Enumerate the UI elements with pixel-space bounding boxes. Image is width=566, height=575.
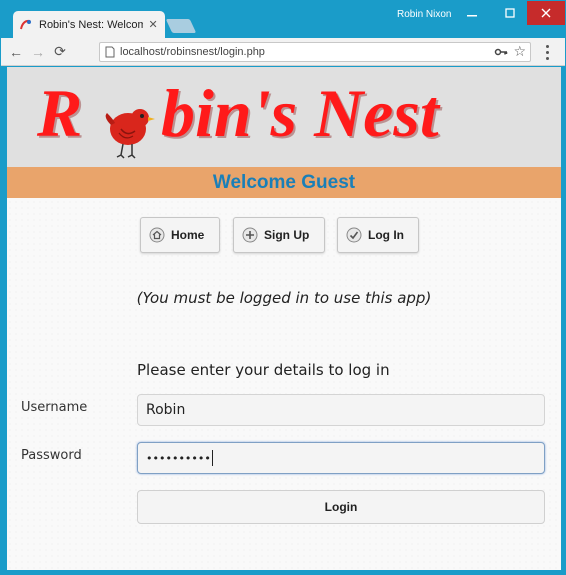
forward-icon[interactable]: → [27, 41, 49, 63]
login-icon [346, 227, 362, 243]
login-nav-label: Log In [368, 228, 404, 242]
maximize-icon[interactable] [491, 1, 529, 25]
username-field[interactable]: Robin [137, 394, 545, 426]
signup-label: Sign Up [264, 228, 310, 242]
welcome-bar: Welcome Guest [7, 167, 561, 198]
site-nav: Home Sign Up Log In [7, 217, 561, 255]
back-icon[interactable]: ← [5, 41, 27, 63]
username-value: Robin [146, 402, 186, 418]
minimize-icon[interactable] [453, 1, 491, 25]
password-value: •••••••••• [146, 451, 211, 465]
tab-title: Robin's Nest: Welcome G [39, 18, 144, 31]
menu-icon[interactable] [541, 42, 553, 62]
login-submit-button[interactable]: Login [137, 490, 545, 524]
browser-toolbar: ← → ⟳ localhost/robinsnest/login.php ☆ [1, 38, 565, 66]
login-required-notice: (You must be logged in to use this app) [136, 289, 432, 307]
browser-tab[interactable]: Robin's Nest: Welcome G ✕ [13, 11, 165, 38]
page-content: R bin's Nest Welcome Guest Home Sign Up … [7, 67, 561, 570]
url-text[interactable]: localhost/robinsnest/login.php [120, 46, 265, 58]
welcome-text: Welcome Guest [212, 171, 356, 193]
address-bar[interactable]: localhost/robinsnest/login.php ☆ [99, 42, 531, 62]
site-logo-text: bin's Nest [161, 75, 439, 151]
form-heading: Please enter your details to log in [137, 361, 390, 379]
title-bar: Robin's Nest: Welcome G ✕ Robin Nixon [1, 1, 565, 38]
tab-favicon-icon [19, 18, 33, 32]
login-nav-button[interactable]: Log In [337, 217, 419, 253]
window-close-icon[interactable] [527, 1, 565, 25]
page-icon [105, 46, 115, 58]
signup-icon [242, 227, 258, 243]
signup-button[interactable]: Sign Up [233, 217, 325, 253]
site-logo-first-letter: R [37, 75, 83, 151]
password-label: Password [21, 448, 82, 463]
profile-name[interactable]: Robin Nixon [397, 9, 451, 20]
robin-bird-icon [105, 109, 155, 159]
new-tab-button[interactable] [165, 19, 197, 33]
close-icon[interactable]: ✕ [147, 18, 159, 31]
home-icon [149, 227, 165, 243]
browser-window: Robin's Nest: Welcome G ✕ Robin Nixon ← … [0, 0, 566, 575]
key-icon[interactable] [494, 45, 508, 59]
username-label: Username [21, 400, 88, 415]
home-button[interactable]: Home [140, 217, 220, 253]
text-caret [211, 450, 213, 466]
reload-icon[interactable]: ⟳ [49, 41, 71, 63]
password-field[interactable]: •••••••••• [137, 442, 545, 474]
site-banner: R bin's Nest [7, 67, 561, 167]
login-submit-label: Login [324, 500, 358, 514]
home-label: Home [171, 228, 205, 242]
star-icon[interactable]: ☆ [513, 43, 526, 60]
